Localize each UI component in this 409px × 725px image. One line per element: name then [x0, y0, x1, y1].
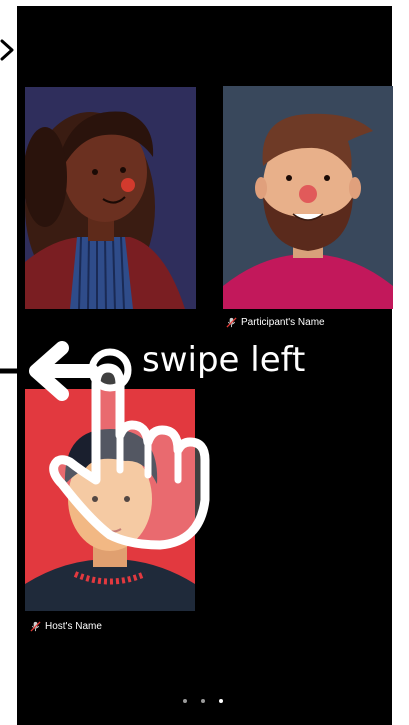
bearded-man-avatar: [223, 86, 393, 309]
video-tile-participant-2[interactable]: [223, 86, 393, 309]
participant-name: Participant's Name: [241, 317, 325, 328]
video-tile-participant-1[interactable]: [25, 87, 196, 309]
host-name: Host's Name: [45, 621, 102, 632]
muted-mic-icon: [226, 317, 237, 328]
swipe-left-hint: swipe left: [142, 340, 306, 380]
page-indicator[interactable]: [183, 699, 223, 703]
woman-avatar: [25, 87, 196, 309]
page-dot-3-active[interactable]: [219, 699, 223, 703]
pointer-arrow-icon: [0, 39, 14, 61]
muted-mic-icon: [30, 621, 41, 632]
participant-name-label: Participant's Name: [226, 317, 325, 328]
page-dot-1[interactable]: [183, 699, 187, 703]
host-name-label: Host's Name: [30, 621, 102, 632]
page-dot-2[interactable]: [201, 699, 205, 703]
